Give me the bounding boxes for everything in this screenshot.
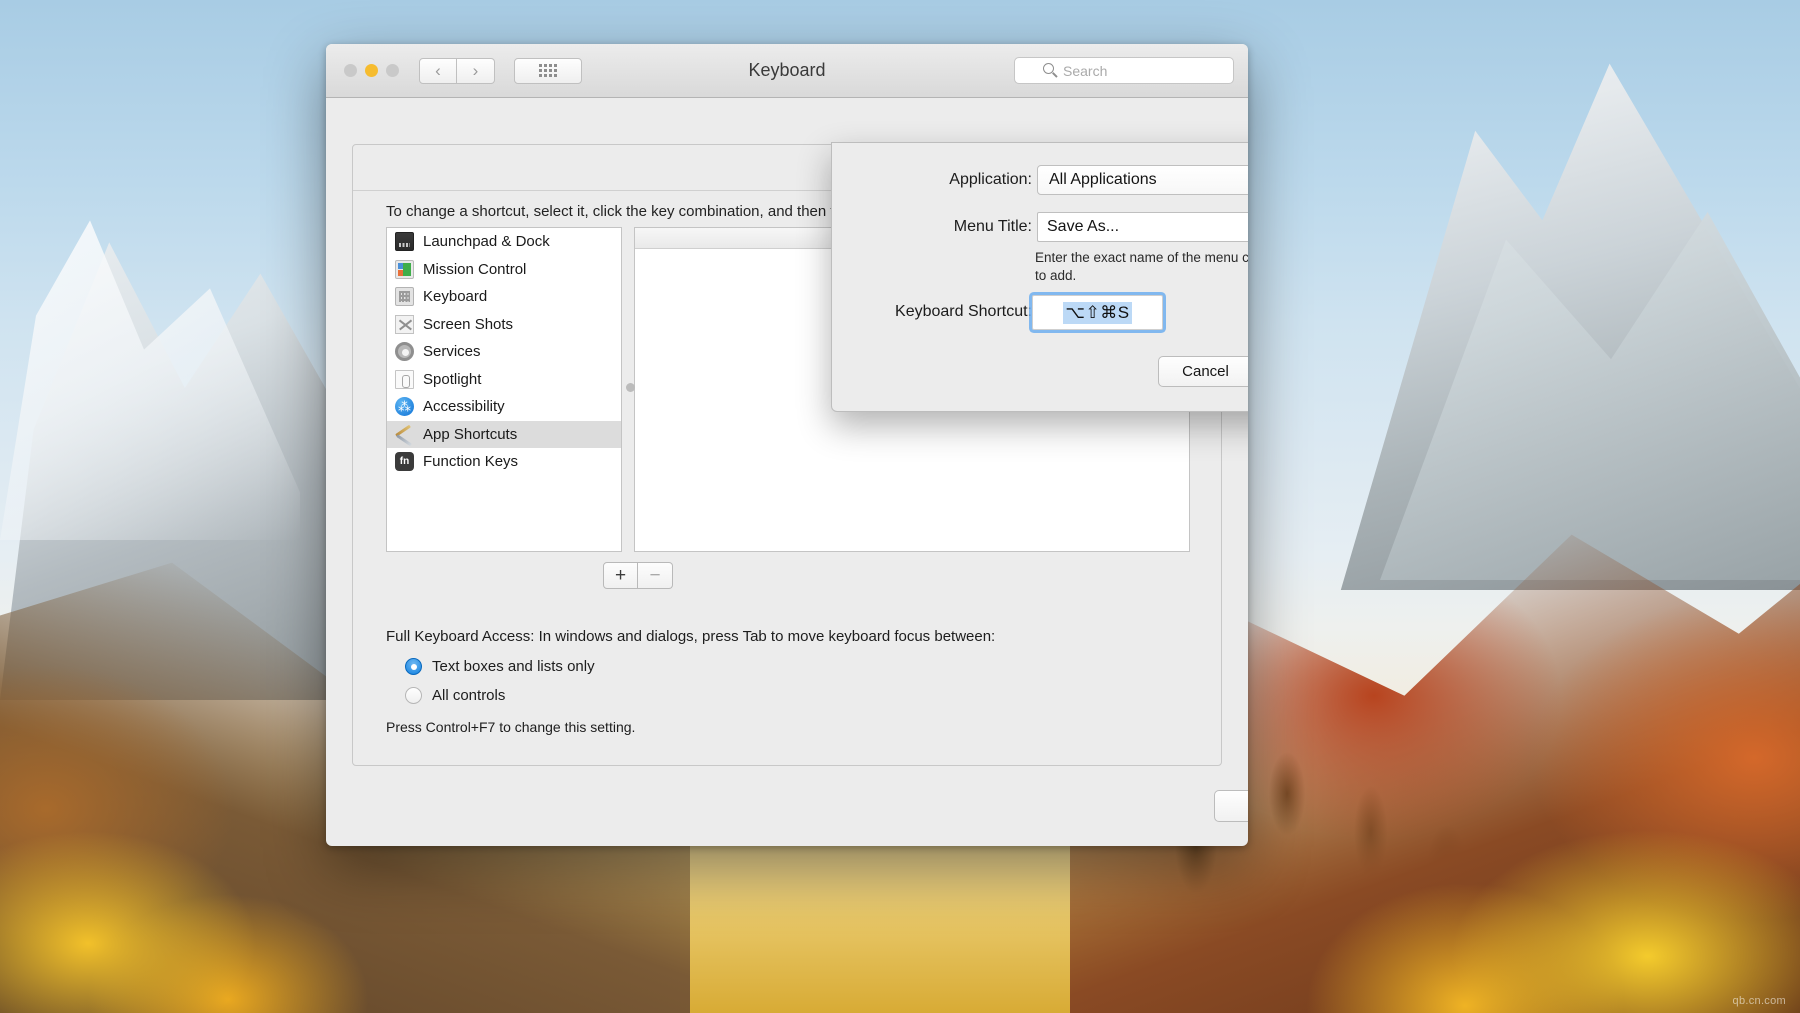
set-up-bluetooth-keyboard-button[interactable]: Set Up Bluetooth Keyboard... <box>1214 790 1248 822</box>
forward-button[interactable]: › <box>457 58 495 84</box>
navigation-button-group: ‹ › <box>419 58 495 84</box>
keyboard-icon <box>395 287 414 306</box>
add-remove-button-group: + − <box>603 562 673 589</box>
radio-button-icon[interactable] <box>405 658 422 675</box>
sidebar-item-label: Services <box>423 343 481 360</box>
keyboard-preferences-window: ‹ › Keyboard Search To change a shortcut… <box>326 44 1248 846</box>
menu-title-value: Save As... <box>1047 218 1119 236</box>
launchpad-icon <box>395 232 414 251</box>
fn-key-icon: fn <box>395 452 414 471</box>
sidebar-item-label: Mission Control <box>423 261 526 278</box>
sidebar-item-launchpad[interactable]: Launchpad & Dock <box>387 228 621 256</box>
back-button[interactable]: ‹ <box>419 58 457 84</box>
remove-shortcut-button[interactable]: − <box>638 562 673 589</box>
radio-text-boxes-and-lists[interactable]: Text boxes and lists only <box>405 658 595 675</box>
sidebar-item-keyboard[interactable]: Keyboard <box>387 283 621 311</box>
watermark: qb.cn.com <box>1733 995 1786 1007</box>
radio-label: Text boxes and lists only <box>432 658 595 675</box>
radio-label: All controls <box>432 687 505 704</box>
sidebar-item-label: App Shortcuts <box>423 426 517 443</box>
grid-icon <box>539 64 557 77</box>
window-titlebar: ‹ › Keyboard Search <box>326 44 1248 98</box>
app-shortcuts-icon <box>395 425 414 444</box>
accessibility-icon <box>395 397 414 416</box>
full-keyboard-access-label: Full Keyboard Access: In windows and dia… <box>386 628 995 645</box>
minimize-button-icon[interactable] <box>365 64 378 77</box>
radio-all-controls[interactable]: All controls <box>405 687 505 704</box>
add-shortcut-button[interactable]: + <box>603 562 638 589</box>
radio-button-icon[interactable] <box>405 687 422 704</box>
sidebar-item-label: Launchpad & Dock <box>423 233 550 250</box>
mission-control-icon <box>395 260 414 279</box>
keyboard-shortcut-label: Keyboard Shortcut: <box>832 303 1032 321</box>
services-gear-icon <box>395 342 414 361</box>
splitter-handle[interactable] <box>626 383 635 392</box>
search-icon <box>1043 63 1054 74</box>
sidebar-item-services[interactable]: Services <box>387 338 621 366</box>
show-all-button[interactable] <box>514 58 582 84</box>
keyboard-shortcut-value: ⌥⇧⌘S <box>1063 302 1131 324</box>
sidebar-item-screen-shots[interactable]: Screen Shots <box>387 311 621 339</box>
traffic-light-group <box>344 64 399 77</box>
keyboard-shortcut-input[interactable]: ⌥⇧⌘S <box>1032 295 1163 330</box>
menu-title-input[interactable]: Save As... <box>1037 212 1248 242</box>
sidebar-item-app-shortcuts[interactable]: App Shortcuts <box>387 421 621 449</box>
application-label: Application: <box>872 171 1032 189</box>
search-placeholder: Search <box>1063 63 1107 79</box>
category-list[interactable]: Launchpad & Dock Mission Control Keyboar… <box>386 227 622 552</box>
sidebar-item-label: Keyboard <box>423 288 487 305</box>
screenshot-icon <box>395 315 414 334</box>
press-control-f7-note: Press Control+F7 to change this setting. <box>386 719 635 735</box>
sidebar-item-label: Spotlight <box>423 371 481 388</box>
sidebar-item-mission-control[interactable]: Mission Control <box>387 256 621 284</box>
sidebar-item-label: Screen Shots <box>423 316 513 333</box>
close-button-icon[interactable] <box>344 64 357 77</box>
menu-title-label: Menu Title: <box>872 218 1032 236</box>
sidebar-item-label: Accessibility <box>423 398 505 415</box>
search-input[interactable]: Search <box>1014 57 1234 84</box>
spotlight-icon <box>395 370 414 389</box>
sidebar-item-function-keys[interactable]: fn Function Keys <box>387 448 621 476</box>
sidebar-item-label: Function Keys <box>423 453 518 470</box>
application-dropdown[interactable]: All Applications ▲▼ <box>1037 165 1248 195</box>
sidebar-item-accessibility[interactable]: Accessibility <box>387 393 621 421</box>
application-selected-value: All Applications <box>1049 171 1157 189</box>
zoom-button-icon[interactable] <box>386 64 399 77</box>
cancel-button[interactable]: Cancel <box>1158 356 1248 387</box>
add-shortcut-sheet: Application: All Applications ▲▼ Menu Ti… <box>831 142 1248 412</box>
sidebar-item-spotlight[interactable]: Spotlight <box>387 366 621 394</box>
menu-title-hint: Enter the exact name of the menu command… <box>1035 249 1248 285</box>
